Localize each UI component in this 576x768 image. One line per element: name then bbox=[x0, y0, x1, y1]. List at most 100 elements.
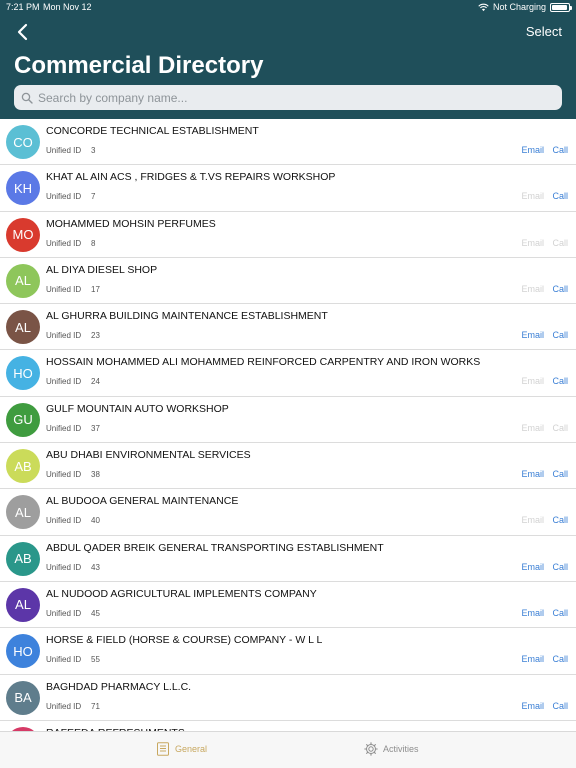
call-button[interactable]: Call bbox=[552, 608, 568, 618]
unified-id-label: Unified ID bbox=[46, 377, 82, 387]
status-right: Not Charging bbox=[478, 2, 572, 12]
company-name: MOHAMMED MOHSIN PERFUMES bbox=[46, 217, 216, 230]
company-name: BAGHDAD PHARMACY L.L.C. bbox=[46, 680, 192, 693]
company-row[interactable]: MO MOHAMMED MOHSIN PERFUMES Unified ID 8 Ema… bbox=[0, 212, 576, 258]
call-button[interactable]: Call bbox=[552, 145, 568, 155]
navigation-header: 7:21 PM Mon Nov 12 Not Charging Select C… bbox=[0, 0, 576, 119]
company-row[interactable]: AL AL BUDOOA GENERAL MAINTENANCE Unified I… bbox=[0, 489, 576, 536]
company-row[interactable]: KH KHAT AL AIN ACS , FRIDGES & T.VS REPAI… bbox=[0, 165, 576, 212]
unified-id-value: 38 bbox=[91, 470, 100, 480]
call-button[interactable]: Call bbox=[552, 469, 568, 479]
company-name: AL GHURRA BUILDING MAINTENANCE ESTABLISH… bbox=[46, 310, 328, 323]
unified-id-label: Unified ID bbox=[46, 331, 82, 341]
call-button: Call bbox=[552, 422, 568, 433]
call-button[interactable]: Call bbox=[552, 284, 568, 294]
email-button: Email bbox=[521, 515, 544, 526]
company-name: ABDUL QADER BREIK GENERAL TRANSPORTING E… bbox=[46, 541, 384, 554]
unified-id-value: 3 bbox=[91, 146, 96, 155]
company-row[interactable]: AL AL GHURRA BUILDING MAINTENANCE ESTABLI… bbox=[0, 304, 576, 351]
call-button[interactable]: Call bbox=[552, 701, 568, 711]
tab-general[interactable]: General bbox=[156, 742, 207, 756]
battery-icon bbox=[550, 2, 572, 12]
avatar: AL bbox=[6, 495, 40, 530]
search-input[interactable] bbox=[38, 90, 548, 105]
unified-id-value: 45 bbox=[91, 608, 100, 618]
unified-id-value: 43 bbox=[91, 562, 100, 572]
unified-id-value: 7 bbox=[91, 192, 96, 202]
email-button[interactable]: Email bbox=[521, 608, 544, 618]
unified-id-value: 37 bbox=[91, 423, 100, 433]
call-button: Call bbox=[552, 237, 568, 248]
status-bar: 7:21 PM Mon Nov 12 Not Charging bbox=[0, 0, 576, 14]
unified-id-label: Unified ID bbox=[46, 146, 82, 155]
email-button: Email bbox=[521, 283, 544, 294]
email-button[interactable]: Email bbox=[521, 562, 544, 572]
avatar: BA bbox=[6, 680, 40, 715]
company-name: GULF MOUNTAIN AUTO WORKSHOP bbox=[46, 402, 229, 415]
avatar: AL bbox=[6, 263, 40, 298]
unified-id-label: Unified ID bbox=[46, 192, 82, 202]
company-name: AL NUDOOD AGRICULTURAL IMPLEMENTS COMPAN… bbox=[46, 587, 317, 600]
tab-bar: General Activities bbox=[0, 731, 576, 768]
gear-icon bbox=[364, 742, 378, 756]
company-row[interactable]: CO CONCORDE TECHNICAL ESTABLISHMENT Unifie… bbox=[0, 119, 576, 166]
call-button[interactable]: Call bbox=[552, 330, 568, 340]
unified-id-label: Unified ID bbox=[46, 701, 82, 711]
unified-id-label: Unified ID bbox=[46, 608, 82, 618]
unified-id-label: Unified ID bbox=[46, 562, 82, 572]
avatar: AL bbox=[6, 310, 40, 345]
company-row[interactable]: RARAFEEDA REFRESHMENTS bbox=[0, 721, 576, 731]
unified-id-value: 17 bbox=[91, 284, 100, 294]
call-button[interactable]: Call bbox=[552, 562, 568, 572]
document-list-icon bbox=[157, 742, 169, 756]
email-button: Email bbox=[521, 237, 544, 248]
company-row[interactable]: BA BAGHDAD PHARMACY L.L.C. Unified ID 71 Ema… bbox=[0, 675, 576, 721]
avatar: KH bbox=[6, 171, 40, 206]
call-button[interactable]: Call bbox=[552, 376, 568, 386]
tab-activities-label: Activities bbox=[383, 744, 419, 754]
company-row[interactable]: AB ABDUL QADER BREIK GENERAL TRANSPORTING… bbox=[0, 536, 576, 582]
search-bar[interactable] bbox=[14, 85, 562, 110]
company-name: ABU DHABI ENVIRONMENTAL SERVICES bbox=[46, 449, 251, 462]
company-name: HOSSAIN MOHAMMED ALI MOHAMMED REINFORCED… bbox=[46, 356, 481, 369]
unified-id-label: Unified ID bbox=[46, 470, 82, 480]
avatar: GU bbox=[6, 402, 40, 437]
email-button[interactable]: Email bbox=[521, 701, 544, 711]
status-time: 7:21 PM bbox=[6, 2, 40, 12]
email-button[interactable]: Email bbox=[521, 469, 544, 479]
search-icon bbox=[21, 92, 33, 104]
company-name: HORSE & FIELD (HORSE & COURSE) COMPANY -… bbox=[46, 634, 323, 647]
company-list: CO CONCORDE TECHNICAL ESTABLISHMENT Unifie… bbox=[0, 119, 576, 731]
company-name: AL DIYA DIESEL SHOP bbox=[46, 263, 158, 276]
email-button[interactable]: Email bbox=[521, 330, 544, 340]
avatar: AB bbox=[6, 541, 40, 576]
unified-id-value: 24 bbox=[91, 377, 100, 387]
company-name: KHAT AL AIN ACS , FRIDGES & T.VS REPAIRS… bbox=[46, 171, 336, 184]
company-row[interactable]: AB ABU DHABI ENVIRONMENTAL SERVICES Unifie… bbox=[0, 443, 576, 490]
avatar: HO bbox=[6, 356, 40, 391]
company-row[interactable]: HO HOSSAIN MOHAMMED ALI MOHAMMED REINFORC… bbox=[0, 350, 576, 397]
email-button[interactable]: Email bbox=[521, 654, 544, 664]
page-title: Commercial Directory bbox=[14, 52, 264, 79]
call-button[interactable]: Call bbox=[552, 515, 568, 525]
company-row[interactable]: AL AL NUDOOD AGRICULTURAL IMPLEMENTS COMP… bbox=[0, 582, 576, 629]
email-button: Email bbox=[521, 422, 544, 433]
back-chevron-icon[interactable] bbox=[14, 22, 32, 42]
unified-id-value: 8 bbox=[91, 238, 96, 248]
avatar: AB bbox=[6, 449, 40, 484]
status-date: Mon Nov 12 bbox=[43, 2, 92, 12]
select-button[interactable]: Select bbox=[526, 24, 562, 39]
tab-general-label: General bbox=[175, 744, 208, 754]
tab-activities[interactable]: Activities bbox=[364, 742, 419, 756]
unified-id-label: Unified ID bbox=[46, 284, 82, 294]
unified-id-value: 40 bbox=[91, 516, 100, 526]
call-button[interactable]: Call bbox=[552, 654, 568, 664]
company-row[interactable]: AL AL DIYA DIESEL SHOP Unified ID 17 Email Ca… bbox=[0, 258, 576, 305]
email-button[interactable]: Email bbox=[521, 145, 544, 155]
call-button[interactable]: Call bbox=[552, 191, 568, 201]
company-row[interactable]: GU GULF MOUNTAIN AUTO WORKSHOP Unified ID 3… bbox=[0, 397, 576, 444]
unified-id-value: 71 bbox=[91, 701, 100, 711]
company-row[interactable]: HO HORSE & FIELD (HORSE & COURSE) COMPANY… bbox=[0, 628, 576, 675]
wifi-icon bbox=[478, 3, 489, 11]
unified-id-label: Unified ID bbox=[46, 516, 82, 526]
